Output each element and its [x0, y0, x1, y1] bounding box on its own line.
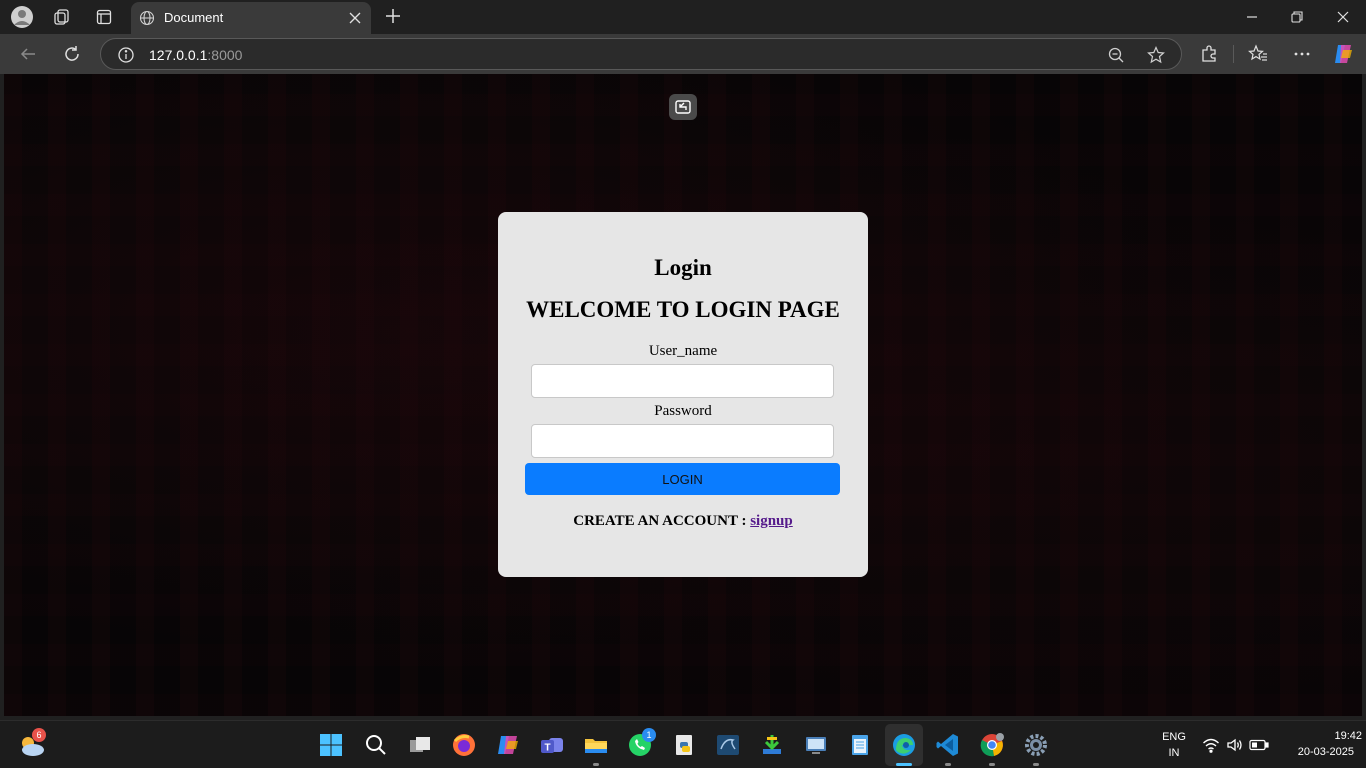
new-tab-button[interactable]: [382, 5, 404, 27]
chrome-icon[interactable]: [976, 729, 1008, 761]
favorites-icon[interactable]: [1246, 42, 1270, 66]
login-button[interactable]: LOGIN: [525, 463, 840, 495]
clock-date[interactable]: 20-03-2025: [1282, 746, 1354, 758]
password-label: Password: [654, 403, 712, 419]
create-account-row: CREATE AN ACCOUNT : signup: [498, 513, 868, 530]
url-host: 127.0.0.1: [149, 47, 208, 63]
login-heading: Login: [654, 255, 712, 280]
wifi-icon[interactable]: [1199, 729, 1223, 761]
address-bar[interactable]: 127.0.0.1:8000: [100, 38, 1182, 70]
search-icon[interactable]: [360, 729, 392, 761]
password-input[interactable]: [531, 424, 834, 458]
exit-fullscreen-button[interactable]: [669, 94, 697, 120]
remote-desktop-icon[interactable]: [800, 729, 832, 761]
favorite-star-icon[interactable]: [1147, 46, 1165, 64]
clock-time[interactable]: 19:42: [1282, 730, 1362, 742]
workspaces-icon[interactable]: [50, 5, 74, 29]
copilot-app-icon[interactable]: [492, 729, 524, 761]
region-indicator[interactable]: IN: [1160, 747, 1188, 759]
tab-title: Document: [164, 10, 224, 25]
weather-badge: 6: [32, 728, 46, 742]
browser-toolbar: 127.0.0.1:8000: [0, 34, 1366, 74]
firefox-icon[interactable]: [448, 729, 480, 761]
mysql-workbench-icon[interactable]: [712, 729, 744, 761]
page-viewport: Login WELCOME TO LOGIN PAGE User_name Pa…: [4, 74, 1362, 716]
windows-taskbar: 6 T 1 ENG IN 19:42 20-03-2025: [0, 720, 1366, 768]
file-explorer-icon[interactable]: [580, 729, 612, 761]
running-indicator: [593, 763, 599, 766]
python-file-icon[interactable]: [668, 729, 700, 761]
site-info-icon[interactable]: [117, 46, 135, 64]
edge-icon[interactable]: [888, 729, 920, 761]
username-label: User_name: [648, 343, 718, 359]
tab-actions-icon[interactable]: [92, 5, 116, 29]
settings-gear-icon[interactable]: [1020, 729, 1052, 761]
close-tab-icon[interactable]: [347, 10, 363, 26]
vscode-icon[interactable]: [932, 729, 964, 761]
battery-icon[interactable]: [1247, 729, 1271, 761]
start-windows-icon[interactable]: [315, 729, 347, 761]
restore-button[interactable]: [1285, 5, 1309, 29]
url-text: 127.0.0.1:8000: [149, 47, 242, 63]
profile-avatar-icon[interactable]: [10, 5, 34, 29]
running-indicator: [989, 763, 995, 766]
back-button[interactable]: [16, 42, 40, 66]
create-account-text: CREATE AN ACCOUNT :: [573, 513, 751, 529]
whatsapp-badge: 1: [642, 728, 656, 742]
teams-icon[interactable]: T: [536, 729, 568, 761]
task-view-icon[interactable]: [404, 729, 436, 761]
more-menu-icon[interactable]: [1290, 42, 1314, 66]
running-indicator: [1033, 763, 1039, 766]
globe-icon: [139, 10, 155, 26]
welcome-title: WELCOME TO LOGIN PAGE: [526, 297, 840, 322]
minimize-button[interactable]: [1240, 5, 1264, 29]
copilot-icon[interactable]: [1331, 42, 1355, 66]
running-indicator: [945, 763, 951, 766]
refresh-button[interactable]: [60, 42, 84, 66]
toolbar-divider: [1233, 45, 1234, 63]
url-port: :8000: [207, 47, 243, 63]
close-window-button[interactable]: [1331, 5, 1355, 29]
svg-text:T: T: [544, 743, 550, 754]
language-indicator[interactable]: ENG: [1160, 731, 1188, 743]
active-running-indicator: [896, 763, 912, 766]
download-manager-icon[interactable]: [756, 729, 788, 761]
signup-link[interactable]: signup: [750, 513, 793, 529]
volume-icon[interactable]: [1223, 729, 1247, 761]
notepad-icon[interactable]: [844, 729, 876, 761]
username-input[interactable]: [531, 364, 834, 398]
zoom-out-icon[interactable]: [1107, 46, 1125, 64]
tab-document[interactable]: Document: [131, 2, 371, 34]
extensions-icon[interactable]: [1197, 42, 1221, 66]
login-card: Login WELCOME TO LOGIN PAGE User_name Pa…: [498, 212, 868, 577]
browser-title-bar: Document: [0, 0, 1366, 34]
